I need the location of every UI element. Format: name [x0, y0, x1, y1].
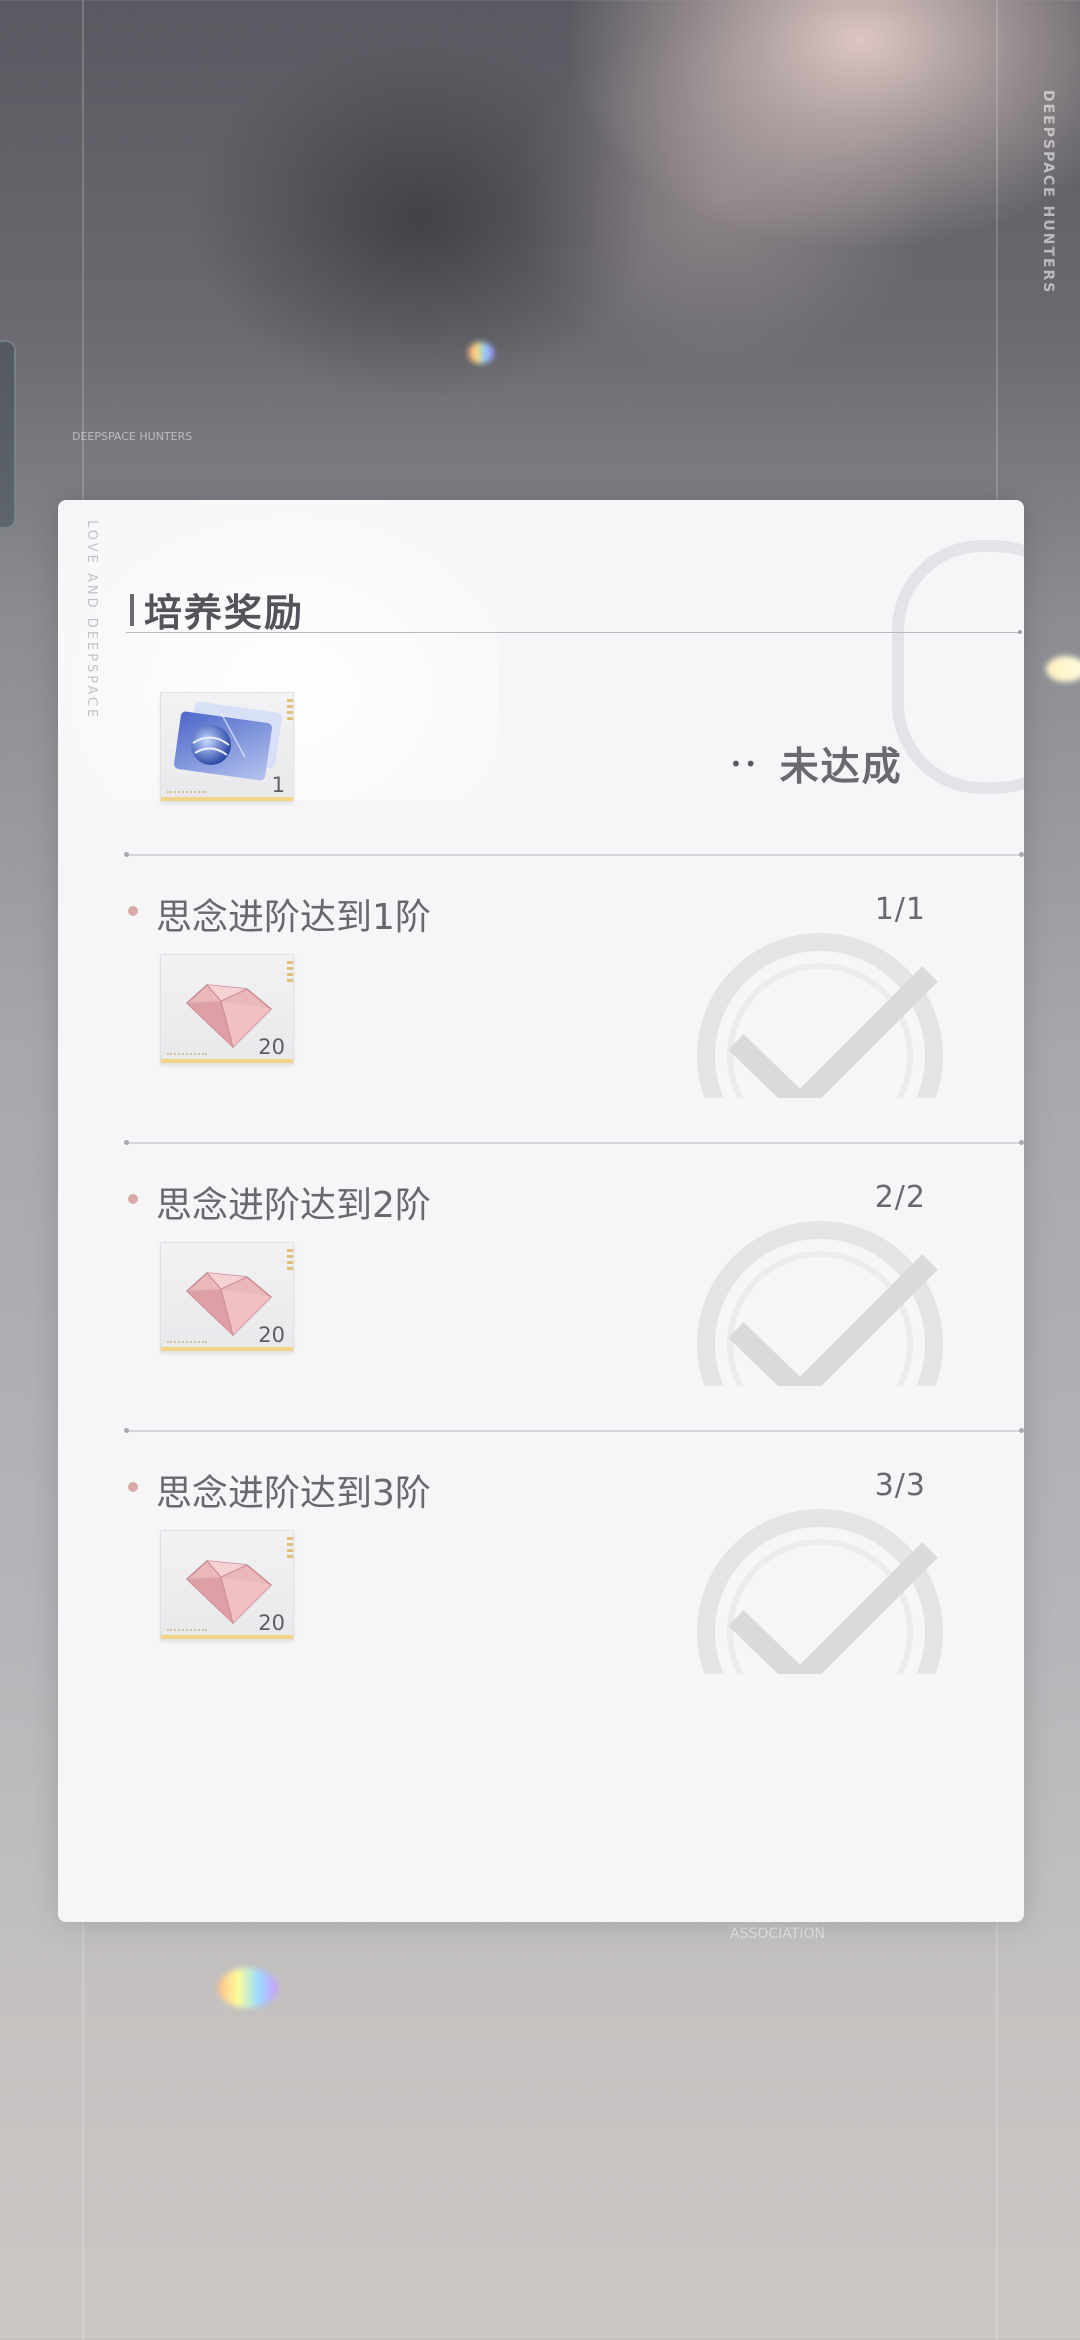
light-flare	[468, 342, 494, 364]
light-flare	[218, 1968, 278, 2008]
item-dots-decoration	[167, 1627, 207, 1631]
task-bullet	[128, 1482, 138, 1492]
task-bullet	[128, 906, 138, 916]
item-rarity-bar	[161, 797, 293, 801]
item-count: 20	[258, 1611, 285, 1635]
item-corner-decoration	[287, 961, 293, 983]
status-label: 未达成	[779, 744, 903, 790]
panel-title: 培养奖励	[144, 590, 305, 635]
item-dots-decoration	[167, 1339, 207, 1343]
main-reward-item[interactable]: 1	[160, 692, 294, 802]
item-dots-decoration	[167, 789, 207, 793]
panel-header: 培养奖励	[130, 582, 304, 637]
light-flare	[1046, 656, 1080, 682]
task-row: 思念进阶达到3阶 3/3 20	[58, 1432, 1024, 1720]
reward-status: •• 未达成	[730, 736, 903, 792]
side-tab-handle[interactable]	[0, 340, 16, 529]
task-reward-item[interactable]: 20	[160, 954, 294, 1064]
task-label: 思念进阶达到3阶	[156, 1473, 431, 1514]
task-bullet	[128, 1194, 138, 1204]
item-count: 1	[271, 773, 285, 797]
background-tiny-text: DEEPSPACE HUNTERS	[72, 430, 193, 443]
task-row: 思念进阶达到1阶 1/1 20	[58, 856, 1024, 1144]
item-corner-decoration	[287, 1537, 293, 1559]
brand-vertical-text: DEEPSPACE HUNTERS	[1040, 90, 1056, 295]
completed-check-icon	[697, 1509, 943, 1674]
task-reward-item[interactable]: 20	[160, 1242, 294, 1352]
item-rarity-bar	[161, 1347, 293, 1351]
completed-check-icon	[697, 933, 943, 1098]
background-blur	[0, 0, 1080, 560]
item-count: 20	[258, 1035, 285, 1059]
title-accent-bar	[130, 593, 134, 626]
title-underline	[126, 630, 1022, 634]
task-label: 思念进阶达到2阶	[156, 1185, 431, 1226]
status-dots-icon: ••	[730, 752, 760, 776]
background-association-text: ASSOCIATION	[730, 1926, 825, 1942]
item-rarity-bar	[161, 1059, 293, 1063]
item-rarity-bar	[161, 1635, 293, 1639]
item-corner-decoration	[287, 1249, 293, 1271]
task-reward-item[interactable]: 20	[160, 1530, 294, 1640]
task-row: 思念进阶达到2阶 2/2 20	[58, 1144, 1024, 1432]
panel-side-text: LOVE AND DEEPSPACE	[84, 520, 99, 721]
item-corner-decoration	[287, 699, 293, 721]
completed-check-icon	[697, 1221, 943, 1386]
background-bottom-glow	[0, 1920, 1080, 2340]
header-decoration	[892, 540, 1024, 794]
item-dots-decoration	[167, 1051, 207, 1055]
reward-panel: LOVE AND DEEPSPACE 培养奖励 1 •• 未达成 思念进阶达到1…	[58, 500, 1024, 1922]
item-count: 20	[258, 1323, 285, 1347]
task-label: 思念进阶达到1阶	[156, 897, 431, 938]
